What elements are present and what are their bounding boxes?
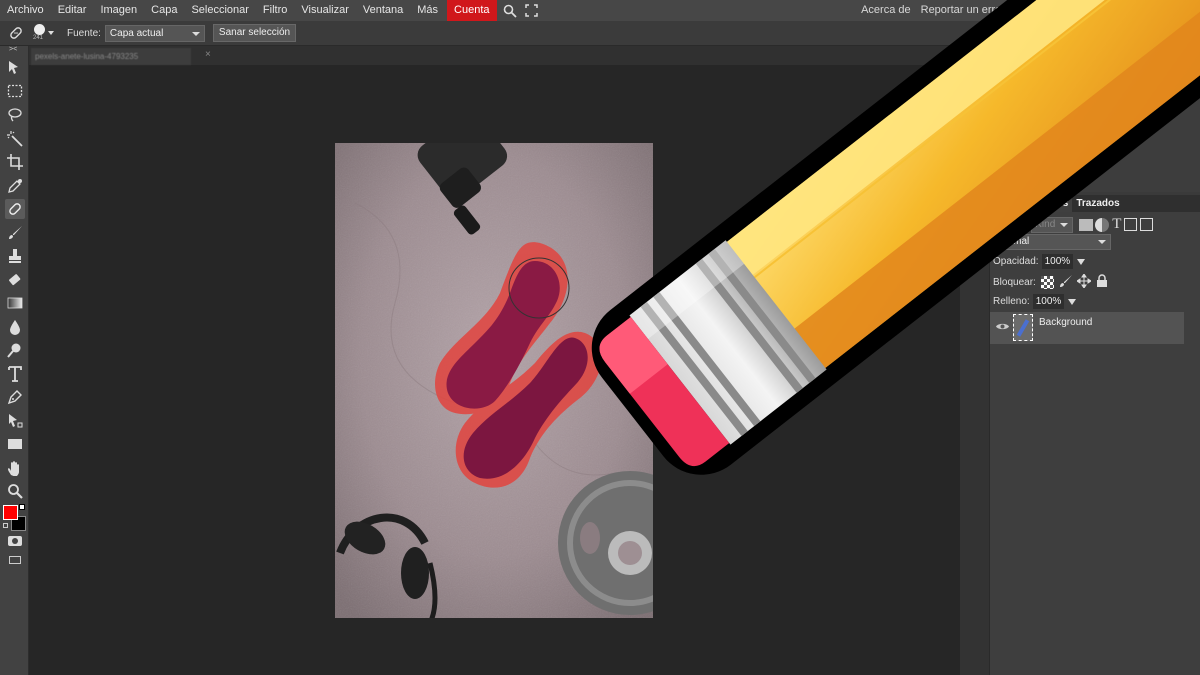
move-icon[interactable] (5, 58, 25, 78)
layer-item-background[interactable]: Background (990, 312, 1184, 344)
chevron-down-icon (1060, 222, 1069, 227)
search-icon[interactable] (501, 0, 519, 21)
panel-collapse-icon[interactable]: >< (9, 46, 17, 53)
menu-reportar-error[interactable]: Reportar un error (916, 0, 1010, 21)
menu-imagen[interactable]: Imagen (93, 0, 144, 21)
layers-panel: Filter Kind T Normal Opacidad: 100% Bloq… (990, 212, 1200, 675)
menu-seleccionar[interactable]: Seleccionar (184, 0, 255, 21)
filter-label: Filter (1003, 219, 1026, 230)
dodge-icon[interactable] (5, 340, 25, 360)
blend-mode-row: Normal (993, 234, 1111, 250)
options-bar: 241 Fuente: Capa actual Sanar selección (0, 21, 1200, 46)
shape-icon[interactable] (5, 434, 25, 454)
lock-move-icon[interactable] (1075, 273, 1092, 291)
history-panel-header (990, 70, 1200, 92)
tools-panel: >< (0, 46, 29, 675)
kind-select[interactable]: Kind (1031, 216, 1074, 233)
fill-label: Relleno: (993, 296, 1030, 307)
fullscreen-icon[interactable] (523, 0, 541, 21)
brush-tip-icon (34, 24, 45, 35)
shape-filter-icon[interactable] (1124, 218, 1138, 231)
menu-acerca-de[interactable]: Acerca de (856, 0, 916, 21)
layers-panel-tabs: Canales Trazados (990, 195, 1200, 212)
chevron-down-icon (1098, 240, 1106, 244)
healing-tool-icon[interactable] (7, 24, 25, 42)
pen-icon[interactable] (5, 387, 25, 407)
blend-mode-value: Normal (997, 236, 1030, 247)
stamp-icon[interactable] (5, 246, 25, 266)
marquee-icon[interactable] (5, 81, 25, 101)
eyedropper-icon[interactable] (5, 176, 25, 196)
screen-mode-icon[interactable] (9, 556, 21, 564)
blur-icon[interactable] (5, 317, 25, 337)
brush-size-value: 241 (33, 35, 44, 41)
source-value: Capa actual (109, 27, 164, 39)
layer-name: Background (1039, 317, 1093, 328)
adjustment-filter-icon[interactable] (1095, 217, 1110, 232)
blend-mode-select[interactable]: Normal (993, 234, 1111, 250)
chevron-down-icon[interactable] (1068, 298, 1077, 305)
healing-icon[interactable] (5, 199, 25, 219)
close-icon[interactable]: × (205, 49, 211, 60)
tab-canales[interactable]: Canales (1026, 195, 1073, 212)
menu-archivo[interactable]: Archivo (0, 0, 51, 21)
opacity-label: Opacidad: (993, 256, 1039, 267)
chevron-down-icon[interactable] (1077, 258, 1086, 265)
tab-trazados[interactable]: Trazados (1072, 195, 1123, 212)
menu-capa[interactable]: Capa (144, 0, 184, 21)
menu-visualizar[interactable]: Visualizar (294, 0, 356, 21)
menu-ventana[interactable]: Ventana (356, 0, 410, 21)
gradient-icon[interactable] (5, 293, 25, 313)
chevron-down-icon (993, 222, 999, 227)
type-filter-icon[interactable]: T (1112, 216, 1121, 233)
document-tab-strip: pexels-anete-lusina-4793235 × (29, 46, 960, 65)
menu-mas[interactable]: Más (410, 0, 445, 21)
menu-bar: Archivo Editar Imagen Capa Seleccionar F… (0, 0, 1200, 21)
source-label: Fuente: (67, 27, 101, 39)
chevron-down-icon (191, 31, 200, 36)
swap-colors-icon[interactable] (19, 504, 25, 510)
quick-mask-icon[interactable] (8, 536, 22, 546)
chevron-down-icon (48, 31, 54, 35)
path-select-icon[interactable] (5, 411, 25, 431)
tab-layers-hidden[interactable] (990, 195, 1026, 212)
image-filter-icon[interactable] (1079, 218, 1094, 231)
layer-thumbnail (1013, 314, 1033, 341)
document-canvas[interactable] (335, 143, 653, 618)
menu-cuenta[interactable]: Cuenta (447, 0, 497, 21)
magic-wand-icon[interactable] (5, 129, 25, 149)
opacity-row: Opacidad: 100% (993, 254, 1086, 269)
kind-value: Kind (1035, 218, 1056, 230)
history-panel (990, 46, 1200, 192)
document-tab[interactable]: pexels-anete-lusina-4793235 (31, 48, 191, 65)
panel-icon-strip (960, 46, 990, 675)
fill-row: Relleno: 100% (993, 294, 1077, 309)
heal-selection-button[interactable]: Sanar selección (212, 24, 297, 42)
lock-paint-icon[interactable] (1059, 274, 1073, 291)
zoom-icon[interactable] (5, 481, 25, 501)
lock-row: Bloquear: (993, 273, 1108, 291)
layer-filter-row: Filter Kind T (993, 216, 1154, 233)
brush-icon[interactable] (5, 223, 25, 243)
crop-icon[interactable] (5, 152, 25, 172)
opacity-input[interactable]: 100% (1041, 254, 1074, 269)
canvas-photo (335, 143, 653, 618)
foreground-color-swatch[interactable] (3, 505, 18, 520)
hand-icon[interactable] (5, 458, 25, 478)
brush-size-picker[interactable]: 241 (31, 22, 57, 44)
type-icon[interactable] (5, 364, 25, 384)
smart-object-filter-icon[interactable] (1140, 218, 1154, 231)
menu-filtro[interactable]: Filtro (256, 0, 294, 21)
source-select[interactable]: Capa actual (104, 24, 205, 42)
visibility-eye-icon[interactable] (996, 322, 1009, 334)
eraser-icon[interactable] (5, 270, 25, 290)
lock-transparency-icon[interactable] (1040, 276, 1054, 289)
lasso-icon[interactable] (5, 105, 25, 125)
lock-all-icon[interactable] (1096, 274, 1108, 291)
lock-label: Bloquear: (993, 277, 1036, 288)
reset-colors-icon[interactable] (3, 523, 8, 528)
fill-input[interactable]: 100% (1032, 294, 1065, 309)
menu-editar[interactable]: Editar (51, 0, 94, 21)
